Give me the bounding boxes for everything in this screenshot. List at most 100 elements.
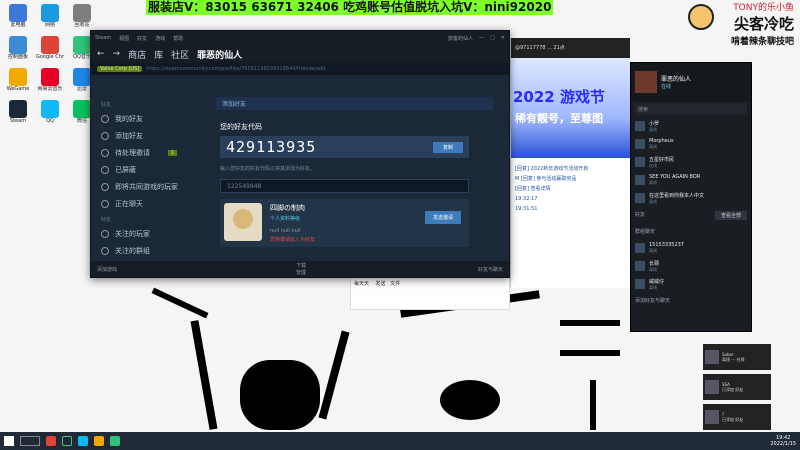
friend-code-hint: 输入您好友的好友代码以将其添加为好友。 (220, 166, 316, 172)
desktop-icon-label: WeGame (6, 86, 30, 92)
chat-footer-label[interactable]: 添加好友与聊天 (635, 297, 670, 304)
notification[interactable]: SSA 已添加 好友 (703, 374, 771, 400)
minimize-icon[interactable]: — (479, 35, 484, 41)
sidebar-item[interactable]: 我的好友 (101, 110, 206, 127)
wegame-taskbar-icon[interactable] (94, 436, 104, 446)
windows-start-icon[interactable] (4, 436, 14, 446)
friend-row[interactable]: 在这里看到你我本人中文 离线 (631, 189, 751, 207)
sidebar-icon (101, 165, 109, 174)
friend-row[interactable]: 15153335237 离线 (631, 239, 751, 257)
menu-friends[interactable]: 好友 (137, 35, 147, 42)
qq-send-label[interactable]: 发送 (375, 281, 385, 287)
copy-button[interactable]: 复制 (432, 141, 463, 153)
friend-status: 离线 (649, 248, 657, 253)
back-icon[interactable]: ← (97, 49, 105, 59)
paint-stroke (151, 287, 209, 319)
sidebar-item[interactable]: 添加好友 (101, 127, 206, 144)
browser-line: 19:31:51 (515, 206, 538, 212)
chrome-taskbar-icon[interactable] (46, 436, 56, 446)
app-icon (73, 4, 91, 22)
menu-view[interactable]: 视图 (119, 35, 129, 42)
desktop-icon[interactable]: WeGame (4, 68, 32, 92)
friend-row[interactable]: 小罗 离线 (631, 117, 751, 135)
result-level: 个人资料等级 (270, 216, 301, 222)
add-game-button[interactable]: 添加游戏 (97, 266, 117, 273)
sidebar-item[interactable]: 已屏蔽 (101, 161, 206, 178)
desktop-icon-label: 回收站 (74, 22, 90, 28)
desktop-icon[interactable]: 网络 (36, 4, 64, 28)
result-avatar[interactable] (224, 203, 262, 241)
paint-stroke (240, 360, 320, 430)
paint-stroke (190, 320, 218, 430)
qq-file-label[interactable]: 文件 (390, 281, 400, 287)
app-icon (73, 36, 91, 54)
sidebar2-item[interactable]: 关注的群组 (101, 242, 206, 259)
qq-taskbar-icon[interactable] (78, 436, 88, 446)
menu-help[interactable]: 帮助 (173, 35, 183, 42)
notification[interactable]: ? 已添加 好友 (703, 404, 771, 430)
friend-code-input[interactable]: 122549948 (220, 179, 469, 193)
sidebar-item[interactable]: 即将共同游戏的玩家 (101, 178, 206, 195)
view-all-button[interactable]: 查看全部 (714, 211, 747, 220)
send-invite-button[interactable]: 发送邀请 (424, 211, 461, 224)
friend-status: 离线 (649, 144, 657, 149)
titlebar-user[interactable]: 旅客的仙人 (448, 35, 473, 42)
friend-row[interactable]: Morpheus 离线 (631, 135, 751, 153)
friends-search-input[interactable]: 搜索 (635, 103, 747, 115)
forward-icon[interactable]: → (113, 49, 121, 59)
desktop-icon-label: 网络 (44, 22, 55, 28)
clock[interactable]: 19:42 2022/1/15 (770, 435, 796, 447)
steam-taskbar-icon[interactable] (62, 436, 72, 446)
sidebar2-item[interactable]: 关注的玩家 (101, 225, 206, 242)
qq-chat-bar[interactable]: 每天天 发送 文件 (350, 276, 510, 310)
desktop-icon-label: 网易云音乐 (37, 86, 63, 92)
qq-name: 每天天 (354, 281, 370, 287)
desktop-icon[interactable]: Google Chrome (36, 36, 64, 60)
promo-banner[interactable]: 2022 游戏节 稀有靓号，至尊图 (511, 58, 630, 158)
nav-user[interactable]: 罪恶的仙人 (197, 48, 242, 61)
friends-section: 好友 查看全部 (631, 207, 751, 224)
friends-list-window[interactable]: 罪恶的仙人 在线 搜索 小罗 离线 Morpheus 离线 五星好市民 在线 SEE YOU… (630, 62, 752, 332)
sidebar-item[interactable]: 正在聊天 (101, 195, 206, 212)
steam-window[interactable]: Steam 视图 好友 游戏 帮助 旅客的仙人 — □ ✕ ← → 商店 库 社… (90, 30, 510, 278)
notification-line: 已添加 好友 (722, 417, 744, 422)
panel-header: 添加好友 (216, 97, 493, 110)
desktop-icon[interactable]: 回收站 (68, 4, 96, 28)
browser-window[interactable]: @97117778 ... 21点 2022 游戏节 稀有靓号，至尊图 [回复]… (510, 38, 630, 288)
user-avatar[interactable] (635, 71, 657, 93)
maximize-icon[interactable]: □ (490, 35, 495, 41)
menu-games[interactable]: 游戏 (155, 35, 165, 42)
sidebar-list-2: 关注的玩家关注的群组 (101, 225, 206, 259)
friends-chat-button[interactable]: 好友与聊天 (478, 266, 503, 273)
close-icon[interactable]: ✕ (501, 35, 505, 41)
paint-stroke (440, 380, 500, 420)
url-bar[interactable]: Valve Corp [US] https://steamcommunity.c… (91, 63, 509, 75)
sidebar-item[interactable]: 待处理邀请 1 (101, 144, 206, 161)
notification[interactable]: Saber 离线 ⋯ 在线 (703, 344, 771, 370)
friend-row[interactable]: SEE YOU AGAIN BOR 离线 (631, 171, 751, 189)
notification-line: 已添加 好友 (722, 387, 744, 392)
music-taskbar-icon[interactable] (110, 436, 120, 446)
chat-user-name[interactable]: 罪恶的仙人 (661, 74, 691, 83)
desktop-icon[interactable]: 网易云音乐 (36, 68, 64, 92)
sidebar-item-label: 即将共同游戏的玩家 (115, 182, 178, 191)
desktop-icon[interactable]: Steam (4, 100, 32, 124)
friend-row[interactable]: 五星好市民 在线 (631, 153, 751, 171)
friend-code[interactable]: 429113935 (226, 138, 316, 156)
friend-row[interactable]: 威威仔 离线 (631, 275, 751, 293)
result-name[interactable]: 四脚の制肉 (270, 203, 315, 213)
desktop-icon[interactable]: 此电脑 (4, 4, 32, 28)
desktop-icon-label: 控制面板 (7, 54, 28, 60)
downloads-status[interactable]: 下载 管理 (296, 262, 306, 276)
friend-status: 离线 (649, 266, 657, 272)
nav-community[interactable]: 社区 (171, 48, 189, 61)
desktop-icon[interactable]: QQ (36, 100, 64, 124)
nav-library[interactable]: 库 (154, 48, 163, 61)
sidebar-item-label: 关注的群组 (115, 246, 150, 255)
menu-steam[interactable]: Steam (95, 35, 111, 41)
desktop-icon[interactable]: 控制面板 (4, 36, 32, 60)
groups-list: 15153335237 离线 长颈 离线 威威仔 离线 (631, 239, 751, 293)
nav-store[interactable]: 商店 (128, 48, 146, 61)
friend-row[interactable]: 长颈 离线 (631, 257, 751, 275)
search-icon[interactable] (20, 436, 40, 446)
